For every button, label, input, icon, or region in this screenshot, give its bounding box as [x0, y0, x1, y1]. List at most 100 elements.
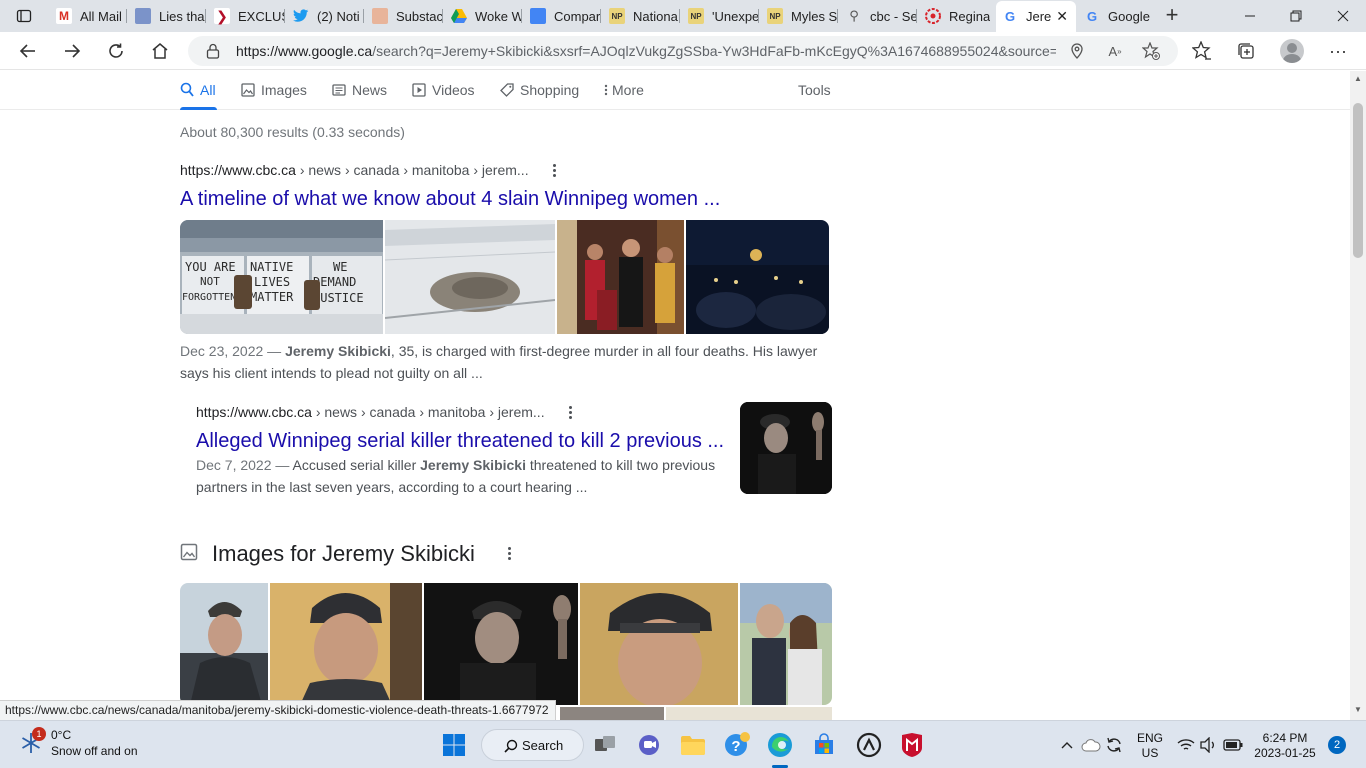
landfill-aerial-image[interactable] — [384, 220, 556, 334]
tab-cbc-search[interactable]: ⚲ cbc - Se — [840, 2, 916, 30]
tab-news[interactable]: News — [332, 79, 387, 101]
image-result-1[interactable] — [180, 583, 268, 705]
sign-text: LIVES — [254, 275, 290, 289]
favorites-button[interactable] — [1191, 40, 1213, 62]
image-result-2[interactable] — [270, 583, 422, 705]
scrollbar-thumb[interactable] — [1353, 103, 1363, 258]
show-hidden-icons-button[interactable] — [1057, 735, 1077, 755]
edge-icon — [768, 733, 792, 757]
get-help-button[interactable]: ? — [720, 728, 754, 762]
arrow-left-icon — [19, 44, 35, 58]
images-section-about-button[interactable] — [500, 544, 518, 562]
new-tab-button[interactable]: + — [1160, 4, 1184, 28]
wifi-icon[interactable] — [1176, 735, 1196, 755]
app-button[interactable] — [852, 728, 886, 762]
tab-twitter[interactable]: (2) Noti — [287, 2, 363, 30]
search-icon — [504, 739, 518, 753]
result-2-snippet: Dec 7, 2022 — Accused serial killer Jere… — [196, 457, 716, 495]
result-1-about-button[interactable] — [545, 161, 563, 179]
scroll-down-icon[interactable]: ▼ — [1353, 705, 1363, 714]
tab-doc-compare[interactable]: Compar — [524, 2, 600, 30]
tab-national-post-1[interactable]: NP Nationa — [603, 2, 679, 30]
sync-icon[interactable] — [1104, 735, 1124, 755]
clock[interactable]: 6:24 PM 2023-01-25 — [1252, 731, 1318, 761]
protest-signs-image[interactable]: YOU ARE NOT FORGOTTEN NATIVE LIVES MATTE… — [180, 220, 383, 334]
tools-button[interactable]: Tools — [798, 79, 831, 101]
onedrive-icon[interactable] — [1081, 735, 1101, 755]
close-window-button[interactable] — [1320, 0, 1366, 32]
image-result-3[interactable] — [424, 583, 578, 705]
search-icon — [180, 82, 194, 98]
tab-more[interactable]: More — [604, 79, 644, 101]
refresh-button[interactable] — [101, 37, 131, 65]
tab-substack[interactable]: Substac — [366, 2, 442, 30]
teams-chat-button[interactable] — [632, 728, 666, 762]
edge-browser-button[interactable] — [763, 728, 797, 762]
close-tab-icon[interactable]: ✕ — [1056, 8, 1068, 25]
scroll-up-icon[interactable]: ▲ — [1353, 74, 1363, 83]
tab-shopping[interactable]: Shopping — [500, 79, 579, 101]
collections-button[interactable] — [1235, 40, 1257, 62]
profile-avatar[interactable] — [1280, 39, 1304, 63]
tab-label: All Mail — [80, 8, 122, 24]
result-2-cite[interactable]: https://www.cbc.ca › news › canada › man… — [196, 404, 545, 420]
images-section-title[interactable]: Images for Jeremy Skibicki — [212, 541, 475, 567]
notification-center-badge[interactable]: 2 — [1328, 736, 1346, 754]
taskbar-search-button[interactable]: Search — [481, 729, 584, 761]
result-1-title-link[interactable]: A timeline of what we know about 4 slain… — [180, 188, 720, 211]
tab-label: Substac — [396, 8, 442, 24]
image-result-7[interactable] — [666, 707, 832, 720]
add-favorite-icon[interactable] — [1142, 42, 1160, 60]
volume-icon[interactable] — [1198, 735, 1218, 755]
forward-button[interactable] — [57, 37, 87, 65]
tab-actions-menu-button[interactable] — [8, 4, 40, 28]
link-status-url: https://www.cbc.ca/news/canada/manitoba/… — [0, 700, 556, 720]
mcafee-button[interactable] — [895, 728, 929, 762]
settings-more-button[interactable]: ··· — [1327, 40, 1349, 62]
tab-gmail[interactable]: M All Mail — [50, 2, 126, 30]
address-bar[interactable]: https://www.google.ca/search?q=Jeremy+Sk… — [188, 36, 1178, 66]
tab-label: Videos — [432, 82, 475, 98]
image-result-6[interactable] — [560, 707, 664, 720]
sign-text: NOT — [200, 275, 220, 288]
tab-doc-lies[interactable]: Lies tha — [129, 2, 205, 30]
start-button[interactable] — [437, 728, 471, 762]
vigil-night-image[interactable] — [686, 220, 829, 334]
press-conference-image[interactable] — [557, 220, 684, 334]
back-button[interactable] — [13, 37, 43, 65]
minimize-button[interactable] — [1227, 0, 1273, 32]
restore-button[interactable] — [1273, 0, 1319, 32]
image-result-5[interactable] — [740, 583, 832, 705]
file-explorer-button[interactable] — [676, 728, 710, 762]
battery-icon[interactable] — [1223, 735, 1243, 755]
task-view-button[interactable] — [588, 728, 622, 762]
result-2-about-button[interactable] — [561, 403, 579, 421]
tab-google-search-active[interactable]: G Jere ✕ — [996, 1, 1076, 32]
result-2-title-link[interactable]: Alleged Winnipeg serial killer threatene… — [196, 430, 724, 453]
read-aloud-icon[interactable]: A» — [1106, 42, 1124, 60]
help-icon: ? — [725, 732, 750, 756]
favorites-icon — [1192, 41, 1211, 60]
tab-all[interactable]: All — [180, 79, 216, 101]
result-1-cite[interactable]: https://www.cbc.ca › news › canada › man… — [180, 162, 529, 178]
tab-google[interactable]: G Google — [1078, 2, 1156, 30]
url-text[interactable]: https://www.google.ca/search?q=Jeremy+Sk… — [236, 43, 1056, 59]
tab-national-post-3[interactable]: NP Myles S — [761, 2, 837, 30]
result-2-thumbnail[interactable] — [740, 402, 832, 494]
home-button[interactable] — [145, 37, 175, 65]
tab-images[interactable]: Images — [241, 79, 307, 101]
location-icon[interactable] — [1068, 42, 1086, 60]
tab-label: Myles S — [791, 8, 837, 24]
tab-videos[interactable]: Videos — [412, 79, 475, 101]
result-1-image-strip[interactable]: YOU ARE NOT FORGOTTEN NATIVE LIVES MATTE… — [180, 220, 829, 334]
tab-regina[interactable]: Regina — [919, 2, 995, 30]
page-scrollbar[interactable]: ▲ ▼ — [1350, 71, 1366, 720]
tab-national-post-2[interactable]: NP 'Unexpe — [682, 2, 758, 30]
language-indicator[interactable]: ENG US — [1135, 731, 1165, 761]
weather-widget[interactable]: 1 0°C Snow off and on — [18, 727, 138, 759]
microsoft-store-button[interactable] — [807, 728, 841, 762]
tab-drive[interactable]: Woke W — [445, 2, 521, 30]
tab-rumble[interactable]: ❯ EXCLUS — [208, 2, 284, 30]
image-result-4[interactable] — [580, 583, 738, 705]
windows-taskbar: 1 0°C Snow off and on Search ? ENG US 6:… — [0, 720, 1366, 768]
